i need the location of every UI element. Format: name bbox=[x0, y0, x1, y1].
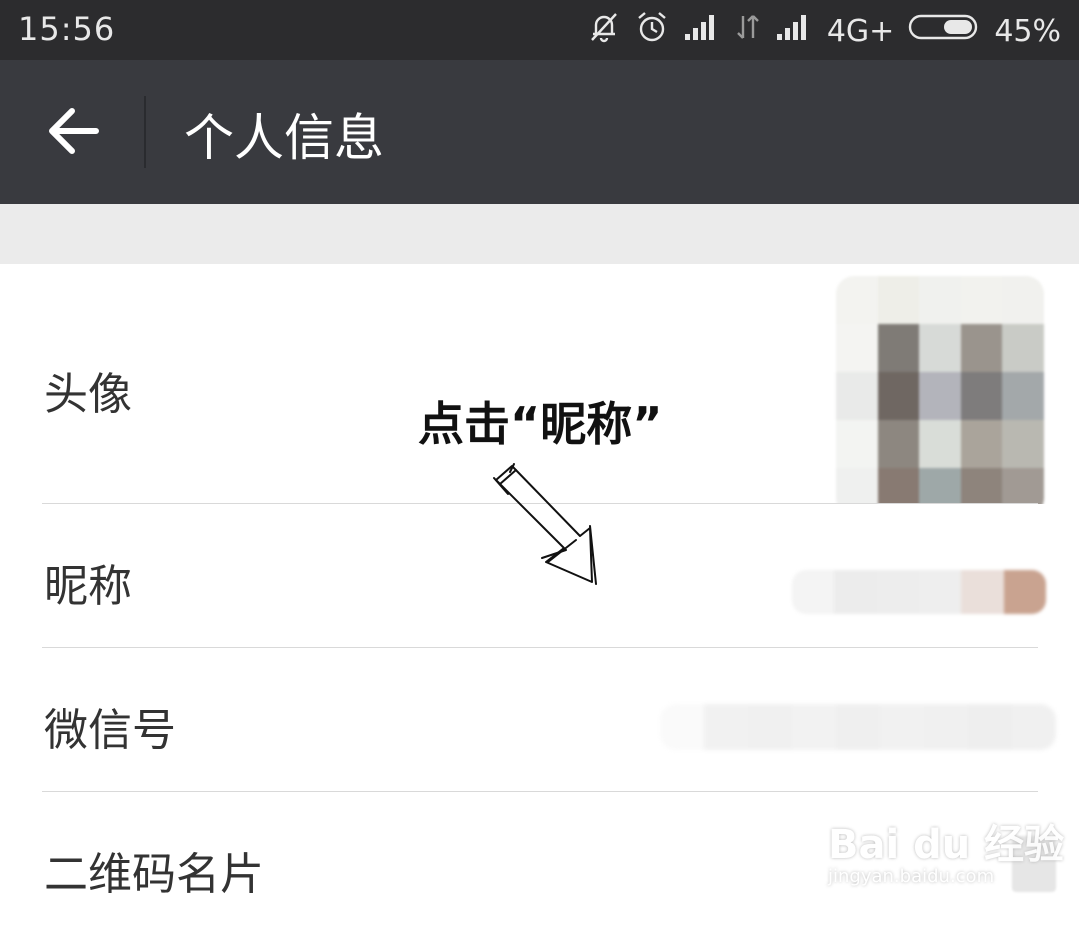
data-transfer-icon bbox=[735, 12, 761, 50]
profile-row-wechat-id[interactable]: 微信号 bbox=[0, 648, 1079, 791]
battery-percent: 45% bbox=[994, 13, 1061, 49]
network-type: 4G+ bbox=[826, 13, 895, 49]
alarm-icon bbox=[635, 10, 669, 52]
nickname-value-blurred bbox=[792, 570, 1046, 614]
signal-icon bbox=[775, 12, 813, 50]
watermark: Bai du 经验 jingyan.baidu.com bbox=[828, 812, 1064, 887]
row-label-nickname: 昵称 bbox=[44, 561, 132, 612]
watermark-logo: Bai du 经验 bbox=[828, 822, 1065, 868]
annotation-arrow-icon bbox=[493, 463, 597, 585]
page-title: 个人信息 bbox=[184, 109, 384, 167]
back-button[interactable] bbox=[44, 98, 104, 164]
arrow-left-icon bbox=[49, 108, 99, 154]
status-icons: 4G+ 45% bbox=[587, 10, 1061, 52]
header-divider bbox=[144, 96, 146, 168]
wechat-id-value-blurred bbox=[660, 704, 1056, 750]
status-time: 15:56 bbox=[18, 10, 116, 48]
row-label-qr-card: 二维码名片 bbox=[44, 849, 264, 900]
annotation-text: 点击“昵称” bbox=[418, 397, 663, 451]
signal-icon bbox=[683, 12, 721, 50]
row-label-wechat-id: 微信号 bbox=[44, 705, 176, 756]
app-bar: 个人信息 bbox=[0, 60, 1079, 204]
notification-muted-icon bbox=[587, 10, 621, 52]
section-gap bbox=[0, 204, 1079, 264]
avatar bbox=[836, 276, 1044, 516]
row-label-avatar: 头像 bbox=[44, 369, 132, 420]
status-bar: 15:56 4G+ 45% bbox=[0, 0, 1079, 60]
battery-icon bbox=[908, 12, 980, 50]
